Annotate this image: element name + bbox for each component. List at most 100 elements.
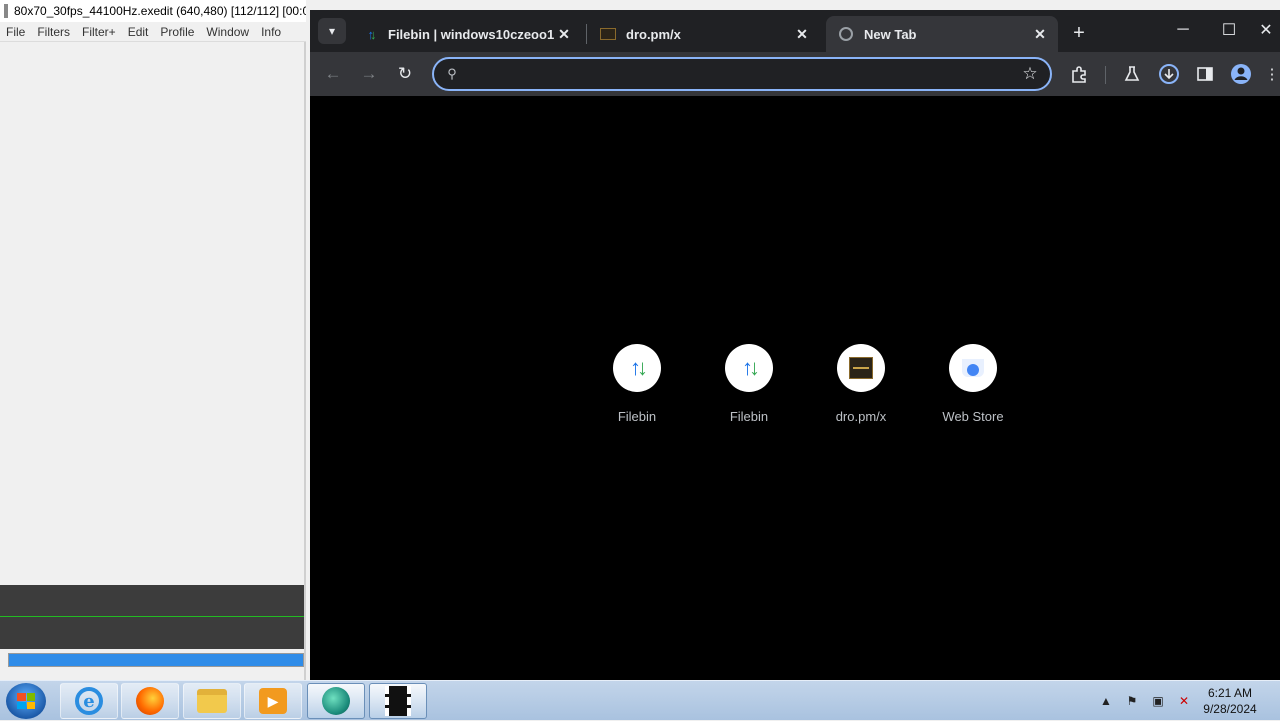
toolbar-separator — [1105, 66, 1106, 84]
new-tab-button[interactable]: + — [1066, 20, 1092, 46]
windows-logo-icon — [17, 693, 35, 709]
menu-profile[interactable]: Profile — [154, 25, 200, 39]
search-icon: ⚲ — [447, 66, 457, 81]
browser-toolbar: ← → ↻ ⚲ ☆ ⋮ — [310, 52, 1280, 96]
editor-titlebar: 80x70_30fps_44100Hz.exedit (640,480) [11… — [0, 0, 306, 22]
minimize-button[interactable]: ─ — [1160, 16, 1206, 44]
shortcut-label: Filebin — [729, 409, 769, 424]
arrow-right-icon: → — [360, 64, 378, 83]
extensions-icon[interactable] — [1067, 62, 1091, 86]
globe-icon — [838, 26, 854, 42]
chrome-app-icon — [322, 687, 350, 715]
internet-explorer-icon: e — [75, 687, 103, 715]
shortcut-tile[interactable]: ↑↓ Filebin — [693, 344, 805, 434]
tab-dro[interactable]: dro.pm/x ✕ — [588, 16, 820, 52]
shortcut-tile[interactable]: ↑↓ Filebin — [581, 344, 693, 434]
show-hidden-icons-icon[interactable]: ▲ — [1096, 691, 1116, 711]
clock[interactable]: 6:21 AM 9/28/2024 — [1194, 685, 1266, 717]
taskbar: e ▶ ▲ ⚑ ▣ ✕ 6:21 AM 9/28/2024 — [0, 680, 1280, 720]
tab-title: dro.pm/x — [626, 26, 681, 42]
menu-info[interactable]: Info — [255, 25, 287, 39]
dro-thumbnail-icon — [849, 357, 873, 379]
volume-muted-icon[interactable]: ✕ — [1174, 691, 1194, 711]
shortcut-icon-circle: ↑↓ — [613, 344, 661, 392]
timeline-track-line — [0, 616, 304, 617]
arrow-left-icon: ← — [324, 64, 342, 83]
close-icon: ✕ — [1259, 22, 1273, 39]
menu-file[interactable]: File — [0, 25, 31, 39]
address-input[interactable] — [470, 59, 1010, 89]
browser-window: ▾ ↑ ↓ Filebin | windows10czeoo1 ✕ dro.pm/… — [310, 10, 1280, 680]
tab-close-icon[interactable]: ✕ — [1030, 24, 1050, 44]
tab-close-icon[interactable]: ✕ — [554, 24, 574, 44]
chevron-down-icon: ▾ — [328, 24, 336, 38]
plus-icon: + — [1073, 21, 1085, 44]
back-button[interactable]: ← — [318, 60, 348, 88]
reload-icon: ↻ — [397, 64, 413, 83]
taskbar-app-media[interactable]: ▶ — [244, 683, 302, 719]
address-bar[interactable]: ⚲ ☆ — [432, 57, 1052, 91]
dro-thumbnail-icon — [600, 26, 616, 42]
shortcut-icon-circle — [949, 344, 997, 392]
minimize-icon: ─ — [1177, 21, 1189, 38]
tab-close-icon[interactable]: ✕ — [792, 24, 812, 44]
shortcut-label: Filebin — [617, 409, 657, 424]
editor-window: 80x70_30fps_44100Hz.exedit (640,480) [11… — [0, 0, 306, 680]
network-icon[interactable]: ▣ — [1148, 691, 1168, 711]
maximize-icon: ☐ — [1221, 22, 1237, 39]
maximize-button[interactable]: ☐ — [1206, 16, 1252, 44]
editor-title: 80x70_30fps_44100Hz.exedit (640,480) [11… — [14, 4, 306, 18]
download-icon[interactable] — [1157, 62, 1181, 86]
media-player-icon: ▶ — [259, 688, 287, 714]
close-window-button[interactable]: ✕ — [1252, 16, 1280, 44]
editor-progress-bar — [8, 653, 304, 667]
reload-button[interactable]: ↻ — [390, 60, 420, 88]
tab-title: New Tab — [864, 26, 917, 42]
editor-menubar: File Filters Filter+ Edit Profile Window… — [0, 22, 306, 42]
labs-flask-icon[interactable] — [1120, 62, 1144, 86]
editor-progress-fill — [9, 654, 303, 666]
action-center-flag-icon[interactable]: ⚑ — [1122, 691, 1142, 711]
video-editor-icon — [385, 686, 411, 716]
taskbar-app-browser[interactable] — [307, 683, 365, 719]
profile-avatar-icon[interactable] — [1229, 62, 1253, 86]
tab-filebin[interactable]: ↑ ↓ Filebin | windows10czeoo1 ✕ — [350, 16, 582, 52]
shortcut-tile[interactable]: Web Store — [917, 344, 1029, 434]
clock-time: 6:21 AM — [1207, 686, 1253, 700]
shortcut-icon-circle — [837, 344, 885, 392]
clock-date: 9/28/2024 — [1203, 702, 1257, 716]
tab-search-button[interactable]: ▾ — [318, 18, 346, 44]
side-panel-icon[interactable] — [1193, 62, 1217, 86]
tab-separator — [586, 24, 587, 44]
taskbar-app-editor[interactable] — [369, 683, 427, 719]
tab-title: Filebin | windows10czeoo1 — [388, 26, 554, 42]
menu-filter-plus[interactable]: Filter+ — [76, 25, 122, 39]
shortcut-icon-circle: ↑↓ — [725, 344, 773, 392]
taskbar-app-ie[interactable]: e — [60, 683, 118, 719]
filebin-updown-icon: ↑↓ — [367, 26, 376, 42]
filebin-updown-icon: ↑↓ — [630, 355, 648, 380]
menu-filters[interactable]: Filters — [31, 25, 76, 39]
more-menu-icon[interactable]: ⋮ — [1264, 62, 1280, 86]
editor-canvas[interactable] — [0, 42, 304, 585]
menu-window[interactable]: Window — [200, 25, 255, 39]
shortcut-label: Web Store — [942, 409, 1004, 424]
firefox-icon — [136, 687, 164, 715]
filebin-updown-icon: ↑↓ — [742, 355, 760, 380]
shortcut-label: dro.pm/x — [835, 409, 887, 424]
shortcut-tile[interactable]: dro.pm/x — [805, 344, 917, 434]
editor-timeline[interactable] — [0, 585, 304, 649]
start-button[interactable] — [6, 683, 46, 719]
forward-button[interactable]: → — [354, 60, 384, 88]
bookmark-star-icon[interactable]: ☆ — [1010, 64, 1050, 84]
web-store-icon — [962, 359, 984, 377]
file-explorer-icon — [197, 689, 227, 713]
tab-new-tab[interactable]: New Tab ✕ — [826, 16, 1058, 52]
menu-edit[interactable]: Edit — [122, 25, 155, 39]
taskbar-app-explorer[interactable] — [183, 683, 241, 719]
new-tab-page: ↑↓ Filebin ↑↓ Filebin dro.pm/x Web Store — [310, 96, 1280, 680]
editor-status-area — [0, 649, 304, 680]
taskbar-app-firefox[interactable] — [121, 683, 179, 719]
editor-app-icon — [4, 4, 8, 18]
tab-strip: ▾ ↑ ↓ Filebin | windows10czeoo1 ✕ dro.pm/… — [310, 10, 1280, 52]
